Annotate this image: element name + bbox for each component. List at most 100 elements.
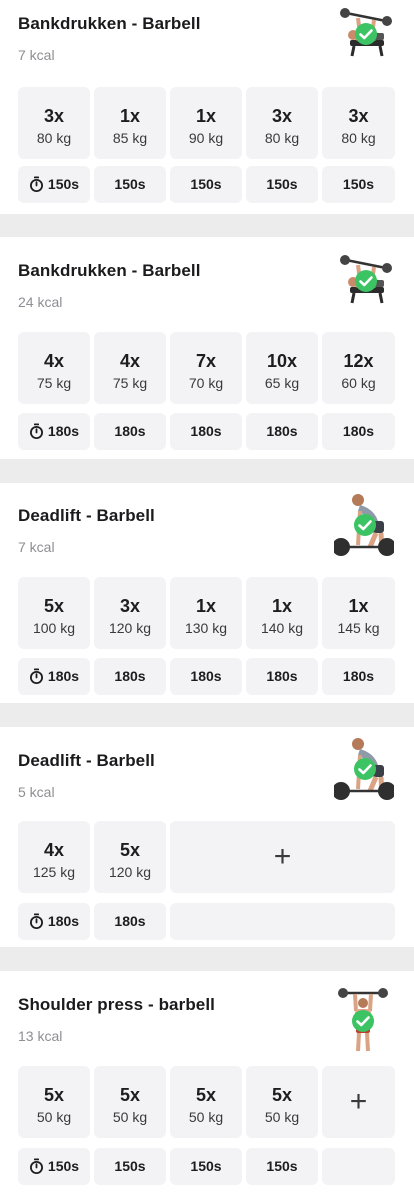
set-reps: 4x (43, 351, 65, 371)
set-reps: 3x (43, 106, 65, 126)
rest-duration: 150s (342, 176, 375, 192)
set-cell[interactable]: 4x 125 kg (18, 821, 90, 893)
rest-duration: 150s (190, 176, 222, 192)
set-cell[interactable]: 5x 50 kg (246, 1066, 318, 1138)
set-cell[interactable]: 1x 140 kg (246, 577, 318, 649)
rest-cell[interactable]: 180s (246, 658, 318, 695)
set-weight: 120 kg (108, 864, 152, 880)
set-reps: 4x (119, 351, 141, 371)
stopwatch-icon (29, 668, 43, 684)
set-cell[interactable]: 10x 65 kg (246, 332, 318, 404)
rest-cell[interactable]: 150s (18, 1148, 90, 1185)
shoulder-press-icon[interactable] (338, 985, 388, 1053)
sets-row: 4x 75 kg 4x 75 kg 7x 70 kg 10x 65 kg 12x 60 k… (18, 332, 395, 404)
add-set-button[interactable]: + (322, 1066, 395, 1138)
check-circle-icon (355, 270, 377, 292)
set-cell[interactable]: 5x 100 kg (18, 577, 90, 649)
set-cell[interactable]: 1x 90 kg (170, 87, 242, 159)
set-cell[interactable]: 3x 120 kg (94, 577, 166, 649)
set-cell[interactable]: 5x 120 kg (94, 821, 166, 893)
set-reps: 1x (195, 106, 217, 126)
stopwatch-icon (29, 1158, 43, 1174)
rest-cell[interactable]: 180s (246, 413, 318, 450)
exercise-card: Bankdrukken - Barbell 24 kcal 4x 75 kg 4… (0, 237, 414, 459)
set-weight: 120 kg (108, 620, 152, 636)
rest-cell[interactable]: 150s (94, 1148, 166, 1185)
set-cell[interactable]: 5x 50 kg (94, 1066, 166, 1138)
sets-row: 3x 80 kg 1x 85 kg 1x 90 kg 3x 80 kg 3x 80 kg (18, 87, 395, 159)
add-set-button[interactable]: + (170, 821, 395, 893)
rest-duration: 180s (114, 913, 146, 929)
rest-cell[interactable]: 180s (18, 903, 90, 940)
rest-duration: 150s (114, 176, 146, 192)
plus-icon: + (273, 840, 292, 873)
rest-cell[interactable]: 150s (246, 166, 318, 203)
sets-row: 4x 125 kg 5x 120 kg + (18, 821, 395, 893)
set-weight: 80 kg (341, 130, 376, 146)
rest-cell[interactable]: 180s (18, 658, 90, 695)
check-circle-icon (354, 514, 376, 536)
set-cell[interactable]: 3x 80 kg (322, 87, 395, 159)
rest-cell[interactable]: 180s (94, 903, 166, 940)
set-weight: 50 kg (36, 1109, 72, 1125)
deadlift-icon[interactable] (334, 735, 394, 807)
set-cell[interactable]: 3x 80 kg (18, 87, 90, 159)
exercise-title: Bankdrukken - Barbell (18, 261, 201, 280)
rest-cell[interactable]: 180s (18, 413, 90, 450)
set-reps: 1x (271, 596, 293, 616)
set-weight: 90 kg (188, 130, 224, 146)
set-weight: 140 kg (260, 620, 304, 636)
set-cell[interactable]: 4x 75 kg (18, 332, 90, 404)
bench-press-icon[interactable] (336, 4, 394, 62)
rest-cell-empty[interactable] (170, 903, 395, 940)
set-weight: 125 kg (32, 864, 76, 880)
rest-cell[interactable]: 180s (322, 413, 395, 450)
exercise-title: Deadlift - Barbell (18, 506, 155, 525)
exercise-card: Bankdrukken - Barbell 7 kcal 3x 80 kg 1x… (0, 0, 414, 214)
rest-row: 150s 150s 150s 150s (18, 1148, 395, 1185)
set-reps: 5x (271, 1085, 293, 1105)
rest-cell[interactable]: 150s (18, 166, 90, 203)
set-reps: 5x (119, 1085, 141, 1105)
rest-duration: 180s (266, 668, 298, 684)
rest-duration: 150s (47, 176, 80, 192)
rest-cell[interactable]: 150s (322, 166, 395, 203)
set-cell[interactable]: 5x 50 kg (18, 1066, 90, 1138)
rest-cell[interactable]: 180s (170, 413, 242, 450)
set-cell[interactable]: 1x 130 kg (170, 577, 242, 649)
set-cell[interactable]: 5x 50 kg (170, 1066, 242, 1138)
rest-duration: 180s (47, 423, 80, 439)
set-reps: 5x (43, 596, 65, 616)
exercise-card: Deadlift - Barbell 5 kcal 4x 125 kg 5x 120… (0, 727, 414, 947)
rest-cell[interactable]: 180s (94, 413, 166, 450)
set-cell[interactable]: 4x 75 kg (94, 332, 166, 404)
rest-duration: 180s (266, 423, 298, 439)
exercise-title: Shoulder press - barbell (18, 995, 216, 1014)
stopwatch-icon (29, 423, 43, 439)
rest-cell[interactable]: 150s (246, 1148, 318, 1185)
set-reps: 1x (119, 106, 141, 126)
set-cell[interactable]: 3x 80 kg (246, 87, 318, 159)
set-weight: 85 kg (112, 130, 148, 146)
rest-cell[interactable]: 150s (94, 166, 166, 203)
rest-cell[interactable]: 180s (170, 658, 242, 695)
set-cell[interactable]: 7x 70 kg (170, 332, 242, 404)
set-cell[interactable]: 1x 145 kg (322, 577, 395, 649)
rest-cell[interactable]: 180s (322, 658, 395, 695)
rest-duration: 180s (190, 668, 222, 684)
rest-cell-empty[interactable] (322, 1148, 395, 1185)
check-circle-icon (354, 758, 376, 780)
set-cell[interactable]: 1x 85 kg (94, 87, 166, 159)
rest-row: 150s 150s 150s 150s 150s (18, 166, 395, 203)
workout-log: Bankdrukken - Barbell 7 kcal 3x 80 kg 1x… (0, 0, 414, 1200)
rest-cell[interactable]: 150s (170, 166, 242, 203)
set-weight: 130 kg (184, 620, 228, 636)
deadlift-icon[interactable] (334, 491, 394, 563)
exercise-kcal: 5 kcal (18, 784, 55, 800)
bench-press-icon[interactable] (336, 251, 394, 309)
exercise-kcal: 13 kcal (18, 1028, 63, 1044)
rest-cell[interactable]: 150s (170, 1148, 242, 1185)
rest-cell[interactable]: 180s (94, 658, 166, 695)
set-cell[interactable]: 12x 60 kg (322, 332, 395, 404)
set-reps: 3x (271, 106, 293, 126)
